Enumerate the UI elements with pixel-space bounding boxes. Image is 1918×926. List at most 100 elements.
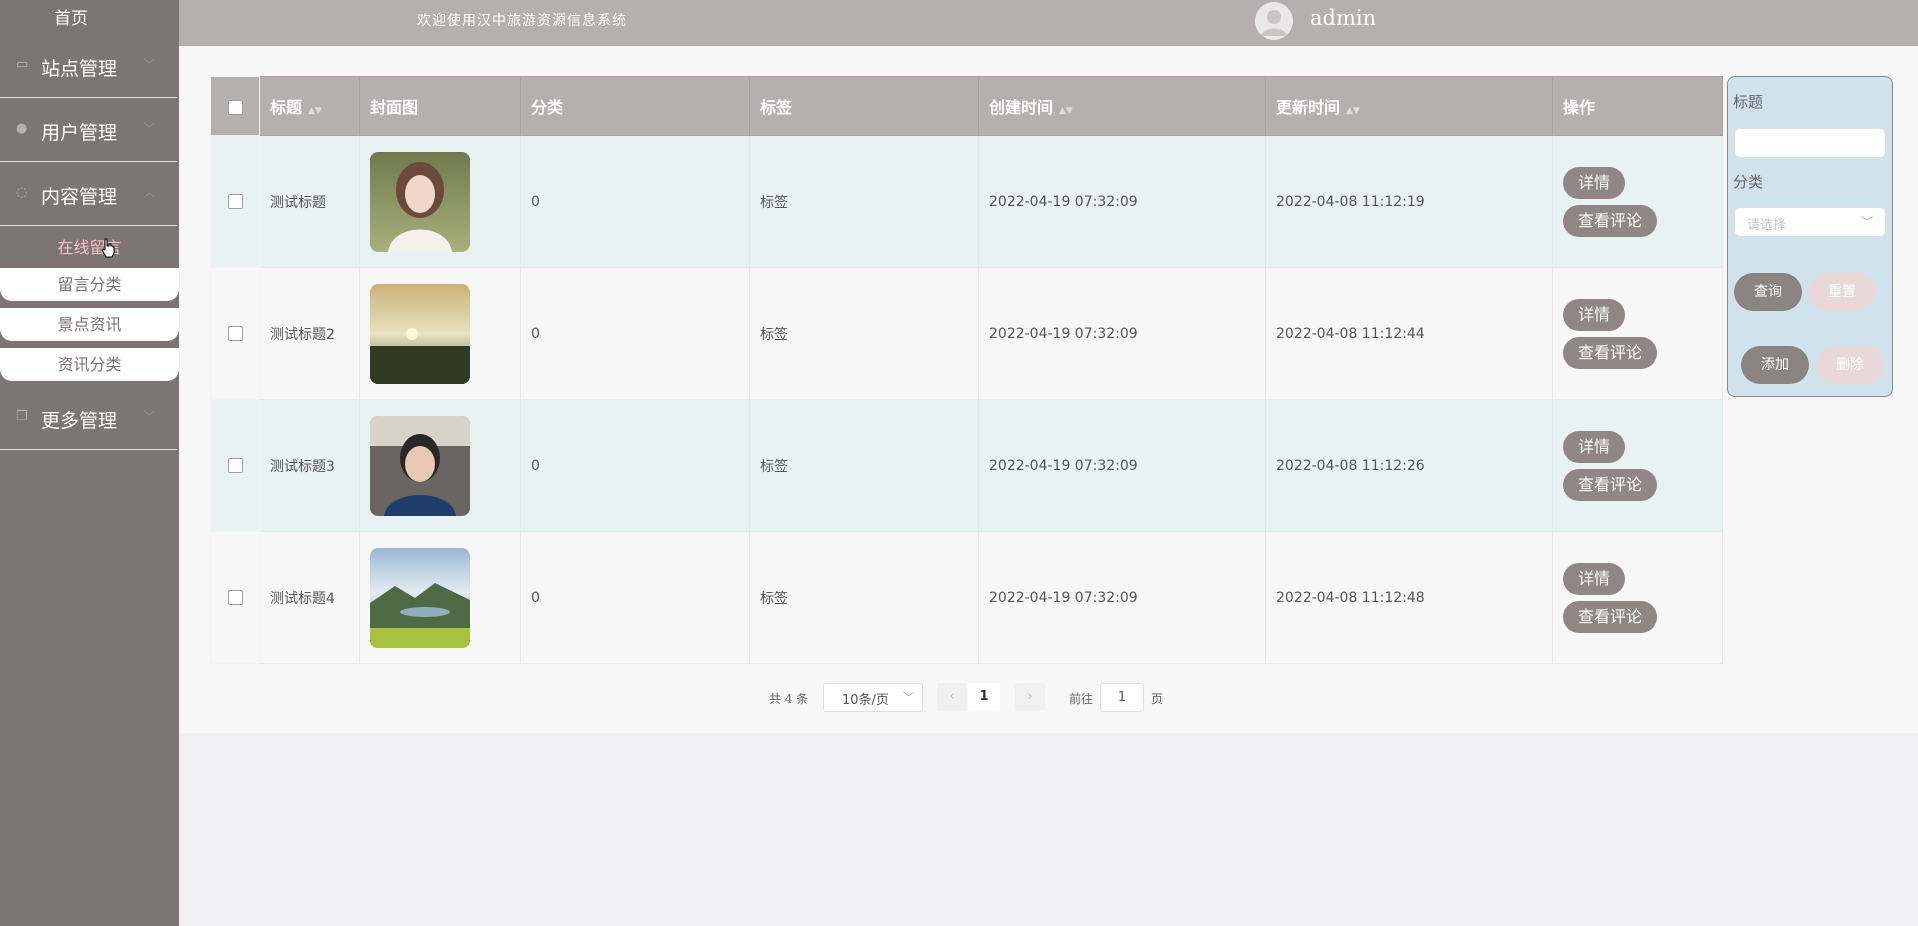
category-select-placeholder: 请选择 [1747, 218, 1787, 233]
chevron-down-icon: ﹀ [144, 122, 155, 135]
chevron-right-icon: › [1027, 689, 1033, 704]
cell-cover [359, 531, 521, 664]
chat-icon: ◌ [16, 185, 28, 200]
row-select-cell [210, 135, 260, 268]
cell-category: 0 [520, 267, 750, 400]
table-row: 测试标题2 0 标签 2022-04-19 07:32:09 2022-04-0… [210, 267, 1723, 400]
row-checkbox[interactable] [227, 326, 243, 341]
cover-image-portrait-girl[interactable] [370, 151, 470, 252]
sidebar-menu-content[interactable]: ◌ 内容管理 ︿ [0, 162, 177, 226]
submenu-scenic-news[interactable]: 景点资讯 [0, 308, 179, 341]
table-header-row: 标题 ▲▼ 封面图 分类 标签 创建时间 ▲▼ 更新时间 ▲▼ 操作 [210, 76, 1723, 136]
row-checkbox[interactable] [227, 194, 243, 209]
column-label: 标题 [270, 98, 303, 117]
submenu-news-category[interactable]: 资讯分类 [0, 348, 179, 381]
user-icon: ● [16, 121, 28, 136]
cell-updated: 2022-04-08 11:12:26 [1265, 399, 1553, 532]
column-label: 创建时间 [989, 98, 1054, 117]
cell-tag: 标签 [749, 399, 979, 532]
select-all-cell [210, 76, 260, 136]
detail-button[interactable]: 详情 [1563, 166, 1626, 199]
cell-actions: 详情 查看评论 [1552, 267, 1723, 400]
monitor-icon: ▭ [16, 57, 29, 72]
cover-image-mountain-lake[interactable] [370, 547, 470, 648]
cell-actions: 详情 查看评论 [1552, 531, 1723, 664]
total-count: 共 4 条 [769, 692, 809, 706]
username[interactable]: admin [1310, 6, 1376, 30]
sort-icon[interactable]: ▲▼ [308, 106, 322, 116]
content-table: 标题 ▲▼ 封面图 分类 标签 创建时间 ▲▼ 更新时间 ▲▼ 操作 测试标题 0 [210, 76, 1723, 664]
sidebar-menu-label: 更多管理 [41, 410, 118, 432]
submenu-online-message[interactable]: 在线留言 [0, 231, 179, 264]
sidebar-home-link[interactable]: 首页 [0, 4, 142, 29]
cell-category: 0 [520, 135, 750, 268]
table-row: 测试标题 0 标签 2022-04-19 07:32:09 2022-04-08… [210, 135, 1723, 268]
view-comments-button[interactable]: 查看评论 [1563, 600, 1658, 633]
add-button[interactable]: 添加 [1741, 346, 1809, 384]
hand-cursor-icon [101, 238, 115, 258]
cell-created: 2022-04-19 07:32:09 [978, 531, 1266, 664]
prev-page-button[interactable]: ‹ [937, 683, 967, 711]
sidebar-menu-label: 用户管理 [41, 122, 118, 144]
view-comments-button[interactable]: 查看评论 [1563, 204, 1658, 237]
chevron-left-icon: ‹ [949, 689, 955, 704]
sidebar-menu-label: 内容管理 [41, 186, 118, 208]
reset-button[interactable]: 重置 [1808, 273, 1876, 311]
delete-button[interactable]: 删除 [1816, 346, 1884, 384]
column-header-title[interactable]: 标题 ▲▼ [259, 76, 360, 136]
copy-icon: ❐ [16, 409, 28, 424]
cell-created: 2022-04-19 07:32:09 [978, 267, 1266, 400]
sidebar-menu-users[interactable]: ● 用户管理 ﹀ [0, 98, 177, 162]
query-button[interactable]: 查询 [1734, 273, 1802, 311]
cell-title: 测试标题3 [259, 399, 360, 532]
pagination: 共 4 条 10条/页 ﹀ ‹ 1 › 前往 1 页 [0, 683, 1918, 713]
sidebar-menu-site[interactable]: ▭ 站点管理 ﹀ [0, 34, 177, 98]
table-row: 测试标题4 0 标签 2022-04-19 07:32:09 2022-04-0… [210, 531, 1723, 664]
column-header-created[interactable]: 创建时间 ▲▼ [978, 76, 1266, 136]
category-filter-label: 分类 [1733, 173, 1764, 191]
view-comments-button[interactable]: 查看评论 [1563, 336, 1658, 369]
cover-image-sunset-landscape[interactable] [370, 283, 470, 384]
row-checkbox[interactable] [227, 458, 243, 473]
column-header-updated[interactable]: 更新时间 ▲▼ [1265, 76, 1553, 136]
title-filter-input[interactable] [1734, 128, 1886, 158]
next-page-button[interactable]: › [1015, 683, 1045, 711]
page-size-value: 10条/页 [842, 693, 889, 708]
page-suffix: 页 [1151, 692, 1164, 706]
cover-image-portrait-boy[interactable] [370, 415, 470, 516]
cell-title: 测试标题4 [259, 531, 360, 664]
sort-icon[interactable]: ▲▼ [1346, 106, 1360, 116]
cell-cover [359, 267, 521, 400]
sort-icon[interactable]: ▲▼ [1059, 106, 1073, 116]
select-all-checkbox[interactable] [227, 99, 243, 115]
avatar[interactable] [1255, 2, 1293, 40]
filter-panel: 标题 分类 请选择 ﹀ 查询 重置 添加 删除 [1727, 76, 1893, 397]
view-comments-button[interactable]: 查看评论 [1563, 468, 1658, 501]
detail-button[interactable]: 详情 [1563, 298, 1626, 331]
cell-updated: 2022-04-08 11:12:19 [1265, 135, 1553, 268]
column-label: 更新时间 [1276, 98, 1341, 117]
row-checkbox[interactable] [227, 590, 243, 605]
chevron-down-icon: ﹀ [903, 691, 914, 704]
row-select-cell [210, 531, 260, 664]
detail-button[interactable]: 详情 [1563, 430, 1626, 463]
submenu-message-category[interactable]: 留言分类 [0, 268, 179, 301]
topbar: 欢迎使用汉中旅游资源信息系统 admin [179, 0, 1918, 46]
sidebar-menu-more[interactable]: ❐ 更多管理 ﹀ [0, 386, 177, 450]
cell-category: 0 [520, 531, 750, 664]
goto-page-input[interactable]: 1 [1100, 683, 1144, 712]
cell-category: 0 [520, 399, 750, 532]
column-header-tag: 标签 [749, 76, 979, 136]
column-header-cover: 封面图 [359, 76, 521, 136]
row-select-cell [210, 267, 260, 400]
detail-button[interactable]: 详情 [1563, 562, 1626, 595]
page-size-select[interactable]: 10条/页 ﹀ [823, 683, 923, 712]
column-header-category: 分类 [520, 76, 750, 136]
cell-created: 2022-04-19 07:32:09 [978, 135, 1266, 268]
cell-tag: 标签 [749, 267, 979, 400]
category-select[interactable]: 请选择 ﹀ [1734, 207, 1886, 237]
cell-cover [359, 135, 521, 268]
chevron-down-icon: ﹀ [144, 410, 155, 423]
page-number[interactable]: 1 [968, 683, 1000, 711]
chevron-up-icon: ︿ [144, 186, 155, 199]
